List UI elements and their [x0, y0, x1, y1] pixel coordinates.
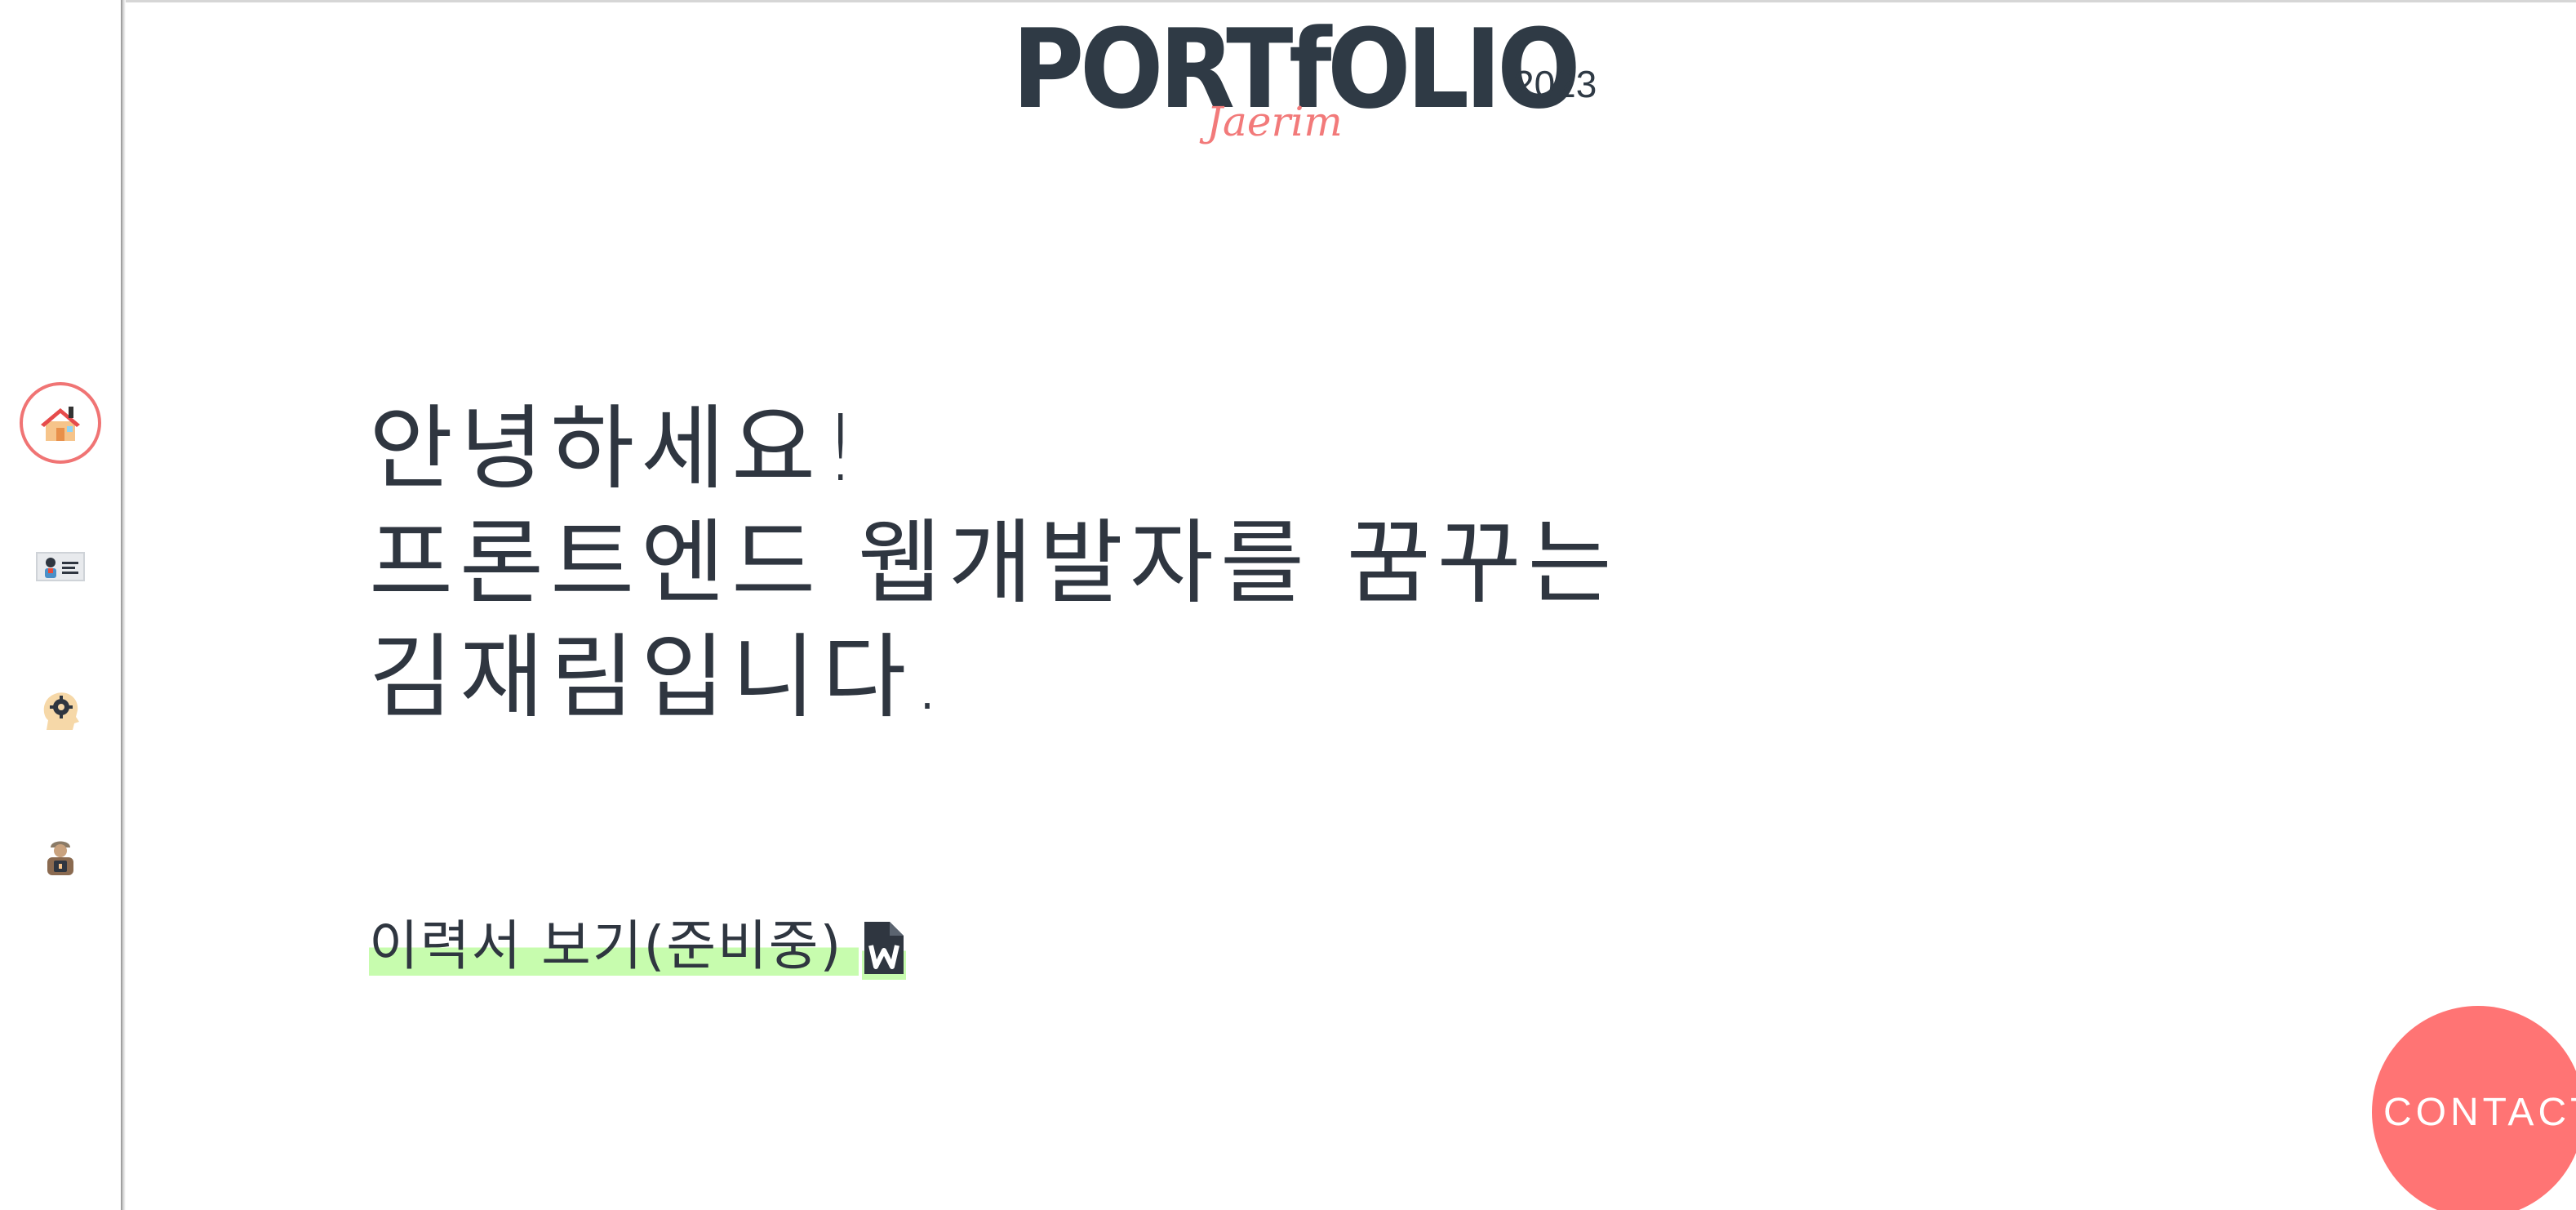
sidebar-divider [121, 0, 126, 1210]
resume-label: 이력서 보기(준비중) [369, 916, 859, 976]
sidebar-item-skills[interactable] [20, 670, 101, 751]
sidebar-item-home[interactable] [20, 382, 101, 464]
intro-greeting: 안녕하세요! [369, 396, 866, 502]
resume-link[interactable]: 이력서 보기(준비중) [369, 913, 907, 980]
portfolio-logo[interactable]: PORTfOLIO 2023 Jaerim [1012, 15, 1632, 153]
intro-name: 김재림입니다. [369, 625, 948, 731]
logo-year: 2023 [1513, 63, 1597, 105]
word-file-icon [862, 919, 907, 980]
contact-label: CONTACT [2383, 1090, 2576, 1134]
id-card-icon [36, 552, 85, 581]
intro-section: 안녕하세요! 프론트엔드 웹개발자를 꿈꾸는 김재림입니다. [369, 392, 1675, 735]
intro-role: 프론트엔드 웹개발자를 꿈꾸는 [369, 510, 1619, 616]
brain-gear-icon [43, 692, 79, 730]
sidebar-nav [0, 0, 122, 1210]
worker-icon [47, 841, 73, 875]
contact-button[interactable]: CONTACT [2372, 1006, 2576, 1210]
home-icon [41, 407, 80, 441]
sidebar-item-projects[interactable] [20, 815, 101, 896]
logo-signature: Jaerim [1206, 98, 1343, 145]
top-border [0, 0, 2576, 2]
sidebar-item-profile[interactable] [20, 526, 101, 607]
